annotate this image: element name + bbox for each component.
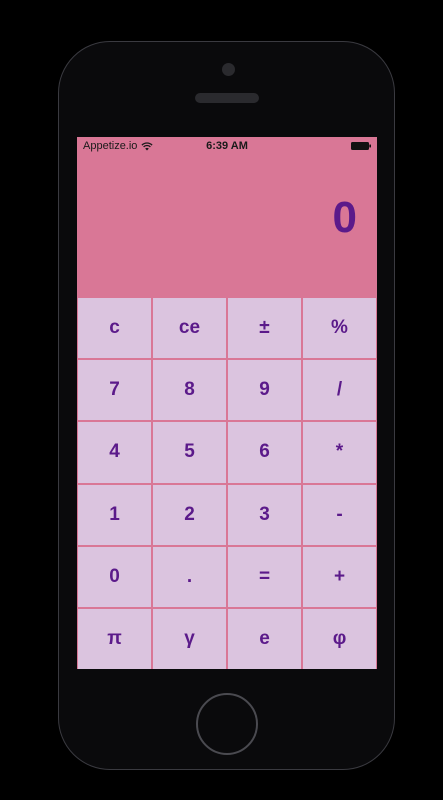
digit-6-key[interactable]: 6	[228, 422, 301, 483]
digit-8-key[interactable]: 8	[153, 360, 226, 421]
status-time: 6:39 AM	[206, 140, 248, 152]
digit-4-key[interactable]: 4	[78, 422, 151, 483]
digit-3-key[interactable]: 3	[228, 484, 301, 545]
percent-key[interactable]: %	[303, 298, 376, 359]
euler-key[interactable]: e	[228, 608, 301, 669]
clear-entry-key[interactable]: ce	[153, 298, 226, 359]
calculator-display: 0	[77, 157, 377, 297]
subtract-key[interactable]: -	[303, 484, 376, 545]
battery-full-icon	[351, 142, 371, 150]
add-key[interactable]: +	[303, 546, 376, 607]
phi-key[interactable]: φ	[303, 608, 376, 669]
camera-icon	[222, 63, 235, 76]
gamma-key[interactable]: γ	[153, 608, 226, 669]
display-value: 0	[332, 193, 357, 242]
status-bar: Appetize.io 6:39 AM	[77, 137, 377, 157]
earpiece-speaker	[195, 93, 259, 103]
digit-9-key[interactable]: 9	[228, 360, 301, 421]
divide-key[interactable]: /	[303, 360, 376, 421]
equals-key[interactable]: =	[228, 546, 301, 607]
app-screen: Appetize.io 6:39 AM 0 c ce ±% 7 8 9/ 4 5 6 * 1 2 3- 0…	[77, 137, 377, 669]
digit-2-key[interactable]: 2	[153, 484, 226, 545]
clear-key[interactable]: c	[78, 298, 151, 359]
decimal-key[interactable]: .	[153, 546, 226, 607]
home-button[interactable]	[196, 693, 258, 755]
pi-key[interactable]: π	[78, 608, 151, 669]
digit-5-key[interactable]: 5	[153, 422, 226, 483]
keypad: c ce ±% 7 8 9/ 4 5 6 * 1 2 3- 0. = + π γ e φ	[77, 297, 377, 669]
sign-toggle-key[interactable]: ±	[228, 298, 301, 359]
digit-7-key[interactable]: 7	[78, 360, 151, 421]
digit-1-key[interactable]: 1	[78, 484, 151, 545]
digit-0-key[interactable]: 0	[78, 546, 151, 607]
multiply-key[interactable]: *	[303, 422, 376, 483]
